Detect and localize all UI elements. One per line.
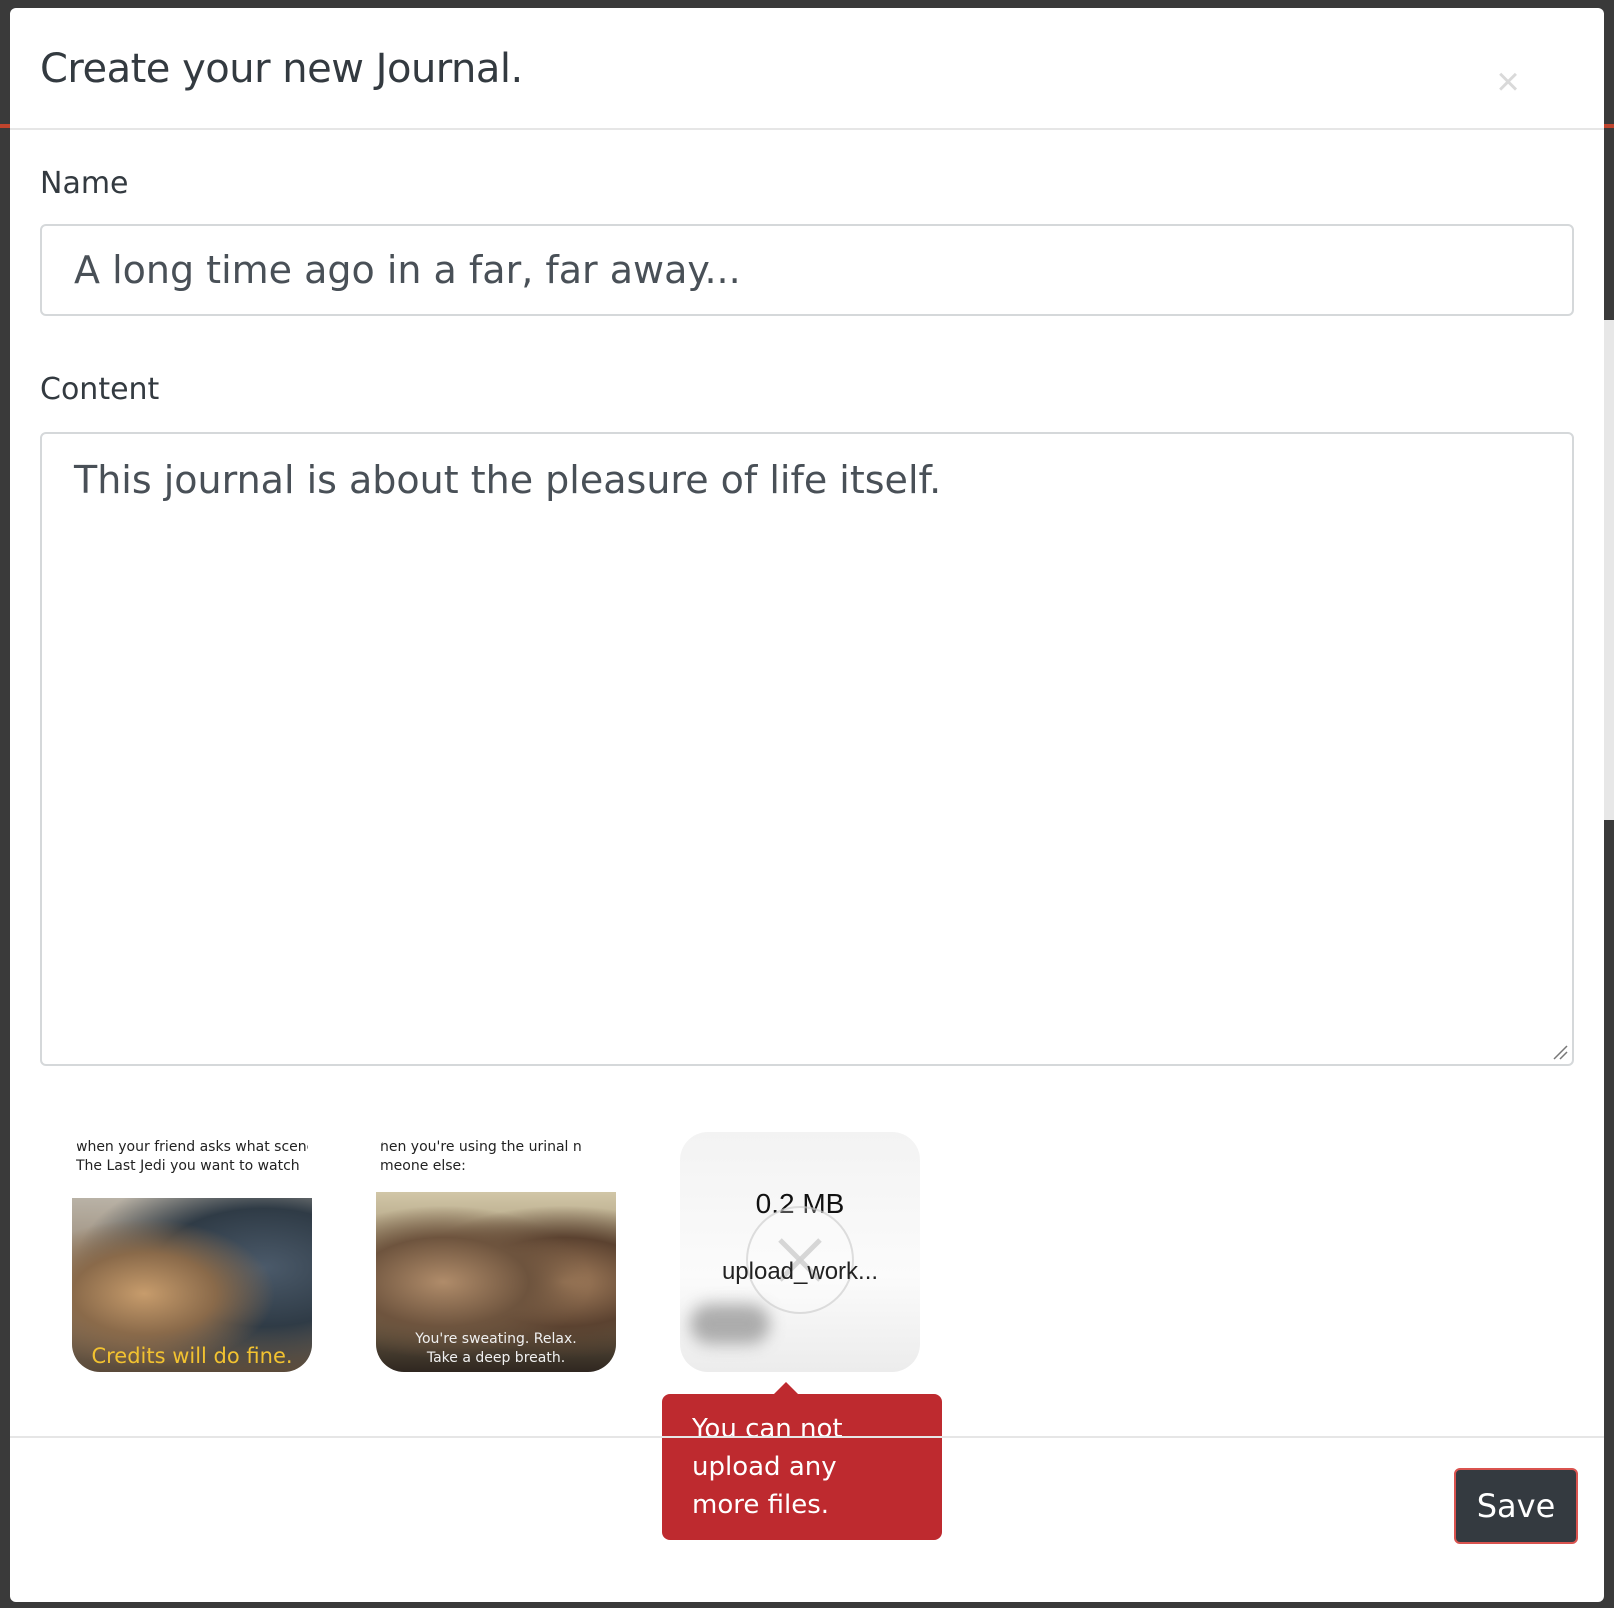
upload-thumbnail[interactable]: when your friend asks what scene of The … xyxy=(72,1132,312,1372)
meme-subtitle: Credits will do fine. xyxy=(91,1344,293,1368)
meme-caption: when your friend asks what scene of The … xyxy=(76,1139,308,1174)
content-text: This journal is about the pleasure of li… xyxy=(74,458,942,502)
file-name: upload_work... xyxy=(721,1258,879,1285)
meme-image: Credits will do fine. xyxy=(72,1198,312,1372)
modal-header: Create your new Journal. × xyxy=(10,8,1604,130)
content-textarea[interactable]: This journal is about the pleasure of li… xyxy=(40,432,1574,1066)
resize-grip-icon[interactable] xyxy=(1552,1044,1568,1060)
name-label: Name xyxy=(40,166,129,201)
meme-caption: hen you're using the urinal n meone else… xyxy=(380,1139,582,1174)
close-icon[interactable]: × xyxy=(1488,62,1528,102)
background-panel xyxy=(1604,320,1614,820)
modal-title: Create your new Journal. xyxy=(40,46,523,92)
create-journal-modal: Create your new Journal. × Name Content … xyxy=(10,8,1604,1602)
upload-thumbnail[interactable]: hen you're using the urinal n meone else… xyxy=(376,1132,616,1372)
meme-subtitle: You're sweating. Relax. Take a deep brea… xyxy=(415,1331,577,1366)
modal-footer-divider xyxy=(10,1436,1604,1438)
meme-image: You're sweating. Relax. Take a deep brea… xyxy=(376,1192,616,1372)
upload-error-preview[interactable]: 0.2 MB upload_work... xyxy=(680,1132,920,1372)
content-label: Content xyxy=(40,372,160,407)
save-button[interactable]: Save xyxy=(1454,1468,1578,1544)
background-accent-bar xyxy=(0,124,10,128)
upload-error-tooltip: You can not upload any more files. xyxy=(662,1394,942,1540)
name-input[interactable] xyxy=(40,224,1574,316)
tooltip-arrow xyxy=(774,1382,798,1394)
